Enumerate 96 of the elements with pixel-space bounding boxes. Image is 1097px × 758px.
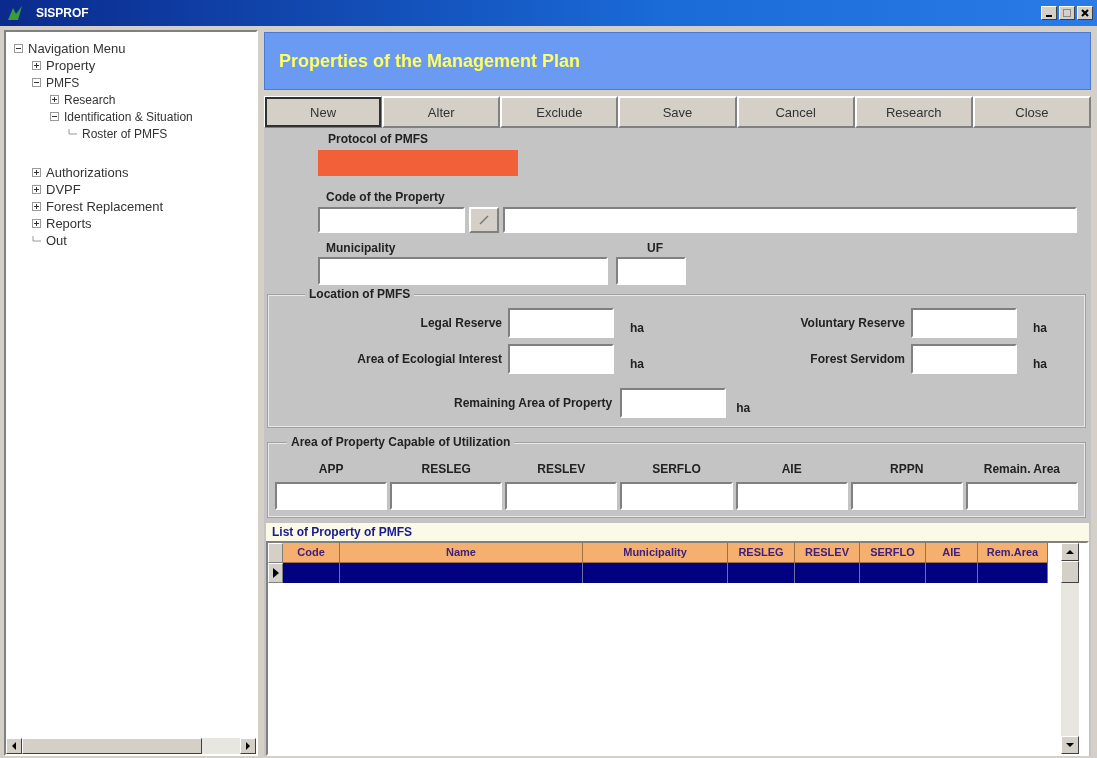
scrollbar[interactable]	[6, 738, 256, 754]
input-field[interactable]	[275, 482, 388, 510]
scrollbar[interactable]	[1061, 543, 1079, 754]
minimize-button[interactable]	[1041, 6, 1057, 20]
collapse-icon[interactable]	[50, 112, 59, 121]
collapse-icon[interactable]	[14, 44, 23, 53]
input-field[interactable]	[911, 344, 1017, 374]
tree-connector-icon	[32, 236, 41, 245]
input-field[interactable]	[318, 150, 518, 176]
row-pointer-icon	[272, 568, 279, 578]
unit-label: ha	[735, 400, 751, 415]
unit-label: ha	[1032, 356, 1048, 371]
maximize-button[interactable]	[1059, 6, 1075, 20]
toolbar-button[interactable]: Save	[618, 96, 737, 128]
expand-icon[interactable]	[32, 202, 41, 211]
tree-item[interactable]: Roster of PMFS	[82, 126, 168, 141]
column-header[interactable]: Name	[340, 543, 583, 563]
field-label: Legal Reserve	[419, 316, 502, 330]
field-label: Protocol of PMFS	[327, 132, 429, 146]
field-label: UF	[646, 241, 663, 255]
tree-item[interactable]: DVPF	[46, 182, 81, 197]
field-label: RESLEV	[537, 462, 586, 476]
toolbar-button[interactable]: Exclude	[500, 96, 619, 128]
field-label: RPPN	[890, 462, 924, 476]
down-arrow-icon	[1066, 742, 1074, 748]
toolbar-button[interactable]: Cancel	[736, 96, 855, 128]
column-header[interactable]: SERFLO	[860, 543, 926, 563]
field-label: Forest Servidom	[809, 352, 905, 366]
group-title: Area of Property Capable of Utilization	[287, 435, 515, 449]
input-field[interactable]	[508, 308, 614, 338]
column-header[interactable]: Code	[283, 543, 340, 563]
right-arrow-icon	[245, 742, 251, 750]
field-label: APP	[318, 462, 344, 476]
expand-icon[interactable]	[50, 95, 59, 104]
tree-item[interactable]: Reports	[46, 216, 92, 231]
tree-connector-icon	[68, 129, 77, 138]
input-field[interactable]	[505, 482, 618, 510]
column-header[interactable]: AIE	[926, 543, 978, 563]
unit-label: ha	[629, 356, 645, 371]
unit-label: ha	[629, 320, 645, 335]
column-header[interactable]: RESLEG	[728, 543, 795, 563]
close-icon	[1081, 9, 1089, 17]
field-label: SERFLO	[652, 462, 701, 476]
input-field[interactable]	[620, 388, 727, 418]
input-field[interactable]	[503, 207, 1077, 233]
unit-label: ha	[1032, 320, 1048, 335]
tree-item[interactable]: Out	[46, 233, 67, 248]
expand-icon[interactable]	[32, 185, 41, 194]
field-label: Area of Ecologial Interest	[356, 352, 502, 366]
tree-item[interactable]: Forest Replacement	[46, 199, 164, 214]
toolbar-button[interactable]: Alter	[382, 96, 501, 128]
toolbar-button[interactable]: Research	[854, 96, 973, 128]
left-arrow-icon	[11, 742, 17, 750]
list-title: List of Property of PMFS	[266, 523, 1089, 541]
scroll-thumb[interactable]	[22, 738, 202, 754]
collapse-icon[interactable]	[32, 78, 41, 87]
lookup-button[interactable]	[469, 207, 499, 233]
column-header[interactable]: Municipality	[583, 543, 728, 563]
field-label: Code of the Property	[325, 190, 446, 204]
field-label: Remaining Area of Property	[454, 396, 613, 410]
field-label: AIE	[781, 462, 802, 476]
tree-item[interactable]: Authorizations	[46, 165, 129, 180]
page-title: Properties of the Management Plan	[279, 50, 581, 72]
app-icon	[6, 4, 24, 22]
toolbar-button[interactable]: New	[264, 96, 383, 128]
window-title: SISPROF	[36, 6, 89, 20]
up-arrow-icon	[1066, 549, 1074, 555]
tree-item[interactable]: Research	[64, 92, 116, 107]
input-field[interactable]	[390, 482, 503, 510]
input-field[interactable]	[965, 482, 1078, 510]
group-title: Location of PMFS	[305, 287, 415, 301]
column-header[interactable]: RESLEV	[795, 543, 860, 563]
input-field[interactable]	[850, 482, 963, 510]
field-label: Voluntary Reserve	[799, 316, 905, 330]
input-field[interactable]	[318, 257, 608, 285]
close-button[interactable]	[1077, 6, 1093, 20]
field-label: Remain. Area	[983, 462, 1061, 476]
input-field[interactable]	[735, 482, 848, 510]
input-field[interactable]	[318, 207, 465, 233]
tree-item[interactable]: Property	[46, 58, 96, 73]
expand-icon[interactable]	[32, 168, 41, 177]
expand-icon[interactable]	[32, 61, 41, 70]
scroll-thumb[interactable]	[1061, 561, 1079, 583]
tree-item[interactable]: Navigation Menu	[28, 41, 126, 56]
toolbar-button[interactable]: Close	[972, 96, 1091, 128]
input-field[interactable]	[620, 482, 733, 510]
field-label: Municipality	[325, 241, 397, 255]
expand-icon[interactable]	[32, 219, 41, 228]
input-field[interactable]	[911, 308, 1017, 338]
field-label: RESLEG	[421, 462, 471, 476]
input-field[interactable]	[508, 344, 614, 374]
column-header[interactable]: Rem.Area	[978, 543, 1048, 563]
input-field[interactable]	[616, 257, 686, 285]
tree-item[interactable]: Identification & Situation	[64, 109, 193, 124]
maximize-icon	[1063, 9, 1071, 17]
tree-item[interactable]: PMFS	[46, 75, 80, 90]
